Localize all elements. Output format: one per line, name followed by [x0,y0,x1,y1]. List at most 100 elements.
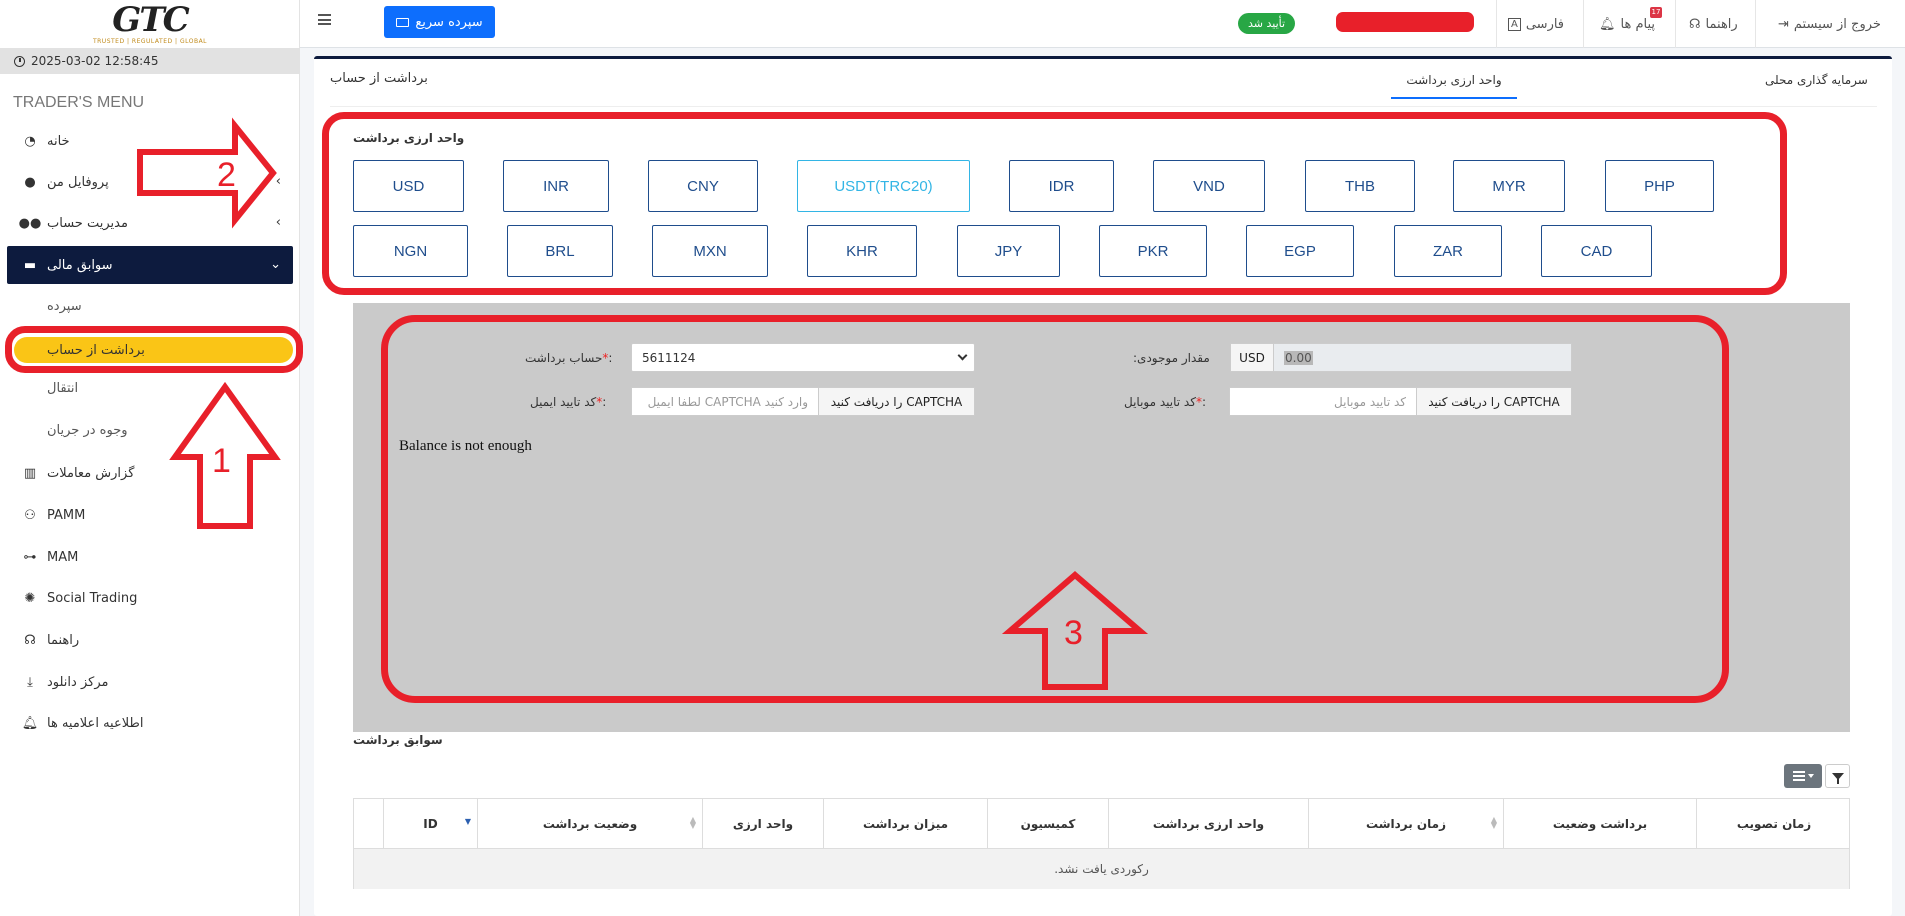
account-select[interactable]: 5611124 [631,343,975,372]
messages-count-badge: 17 [1650,7,1662,18]
column-status[interactable]: برداشت وضعیت [1503,799,1696,849]
language-icon: A [1508,17,1521,31]
column-label: واحد ارزی برداشت [1152,817,1265,831]
currency-thb-button[interactable]: THB [1305,160,1415,212]
top-navbar: سپرده سریع تأیید شد A فارسی 🔔︎ پیام ها 1… [300,0,1905,48]
currency-inr-button[interactable]: INR [503,160,609,212]
balance-value: 0.00 [1284,350,1313,365]
balance-label: :مقدار موجودی [1133,351,1210,365]
mobile-code-label-text: کد تایید موبایل [1124,395,1196,409]
currency-mxn-button[interactable]: MXN [652,225,768,277]
sidebar-item-label: Social Trading [47,590,138,606]
sub-item-transfer[interactable]: انتقال [47,381,78,396]
sidebar-item-pamm[interactable]: ⚇ PAMM [7,496,293,534]
annotation-number-1: 1 [212,442,231,480]
navbar-divider [1496,0,1497,48]
email-code-label-text: کد تایید ایمیل [530,395,597,409]
empty-table-message: .رکوردی یافت نشد [354,849,1849,889]
sidebar-item-download-center[interactable]: ⤓ مرکز دانلود [7,663,293,701]
column-withdraw-amount[interactable]: میزان برداشت [823,799,987,849]
currency-myr-button[interactable]: MYR [1453,160,1565,212]
email-code-label: کد تایید ایمیل*: [530,395,606,409]
sort-desc-icon: ▼ [464,817,471,826]
column-id[interactable]: ID ▼ [383,799,477,849]
currency-usdt-trc20-button[interactable]: USDT(TRC20) [797,160,970,212]
column-approval-time[interactable]: زمان تصویب [1696,799,1851,849]
sort-icon: ▲ ▼ [1490,815,1497,830]
annotation-number-3: 3 [1064,614,1083,652]
currency-ngn-button[interactable]: NGN [353,225,468,277]
email-code-input[interactable]: وارد کنید CAPTCHA لطفا ایمیل [631,387,819,416]
mobile-code-label: کد تایید موبایل*: [1124,395,1206,409]
sub-item-withdraw[interactable]: برداشت از حساب [14,337,293,363]
language-switch[interactable]: A فارسی [1508,14,1564,34]
sidebar-item-trade-report[interactable]: ▥ گزارش معاملات [7,454,293,492]
sidebar-item-financial-history[interactable]: ▬ سوابق مالی ⌄ [7,246,293,284]
label-colon: : [1201,395,1206,409]
logout-label: خروج از سیستم [1793,16,1881,32]
currency-khr-button[interactable]: KHR [807,225,917,277]
bell-icon: 🔔︎ [21,715,39,731]
balance-warning-message: Balance is not enough [399,438,532,454]
sub-item-pending-funds[interactable]: وجوه در جریان [47,423,128,438]
sub-item-deposit[interactable]: سپرده [47,299,82,314]
dashboard-icon: ◔ [24,133,36,149]
column-toggle-button[interactable] [1784,764,1822,788]
headset-icon: ☊ [24,632,36,648]
currency-brl-button[interactable]: BRL [507,225,613,277]
currency-egp-button[interactable]: EGP [1246,225,1354,277]
column-withdraw-status[interactable]: وضعیت برداشت ▲ ▼ [477,799,702,849]
column-withdraw-currency[interactable]: واحد ارزی برداشت [1108,799,1308,849]
mobile-code-input[interactable]: کد تایید موبایل [1229,387,1417,416]
sidebar-item-help[interactable]: ☊ راهنما [7,621,293,659]
get-mobile-captcha-button[interactable]: را دریافت کنید CAPTCHA [1416,387,1572,416]
navbar-divider [1755,0,1756,48]
sidebar-item-social-trading[interactable]: ✺ Social Trading [7,579,293,617]
currency-idr-button[interactable]: IDR [1009,160,1114,212]
column-withdraw-time[interactable]: زمان برداشت ▲ ▼ [1308,799,1503,849]
sidebar-item-account-management[interactable]: ●● مدیریت حساب ‹ [7,204,293,242]
column-currency[interactable]: واحد ارزی [702,799,823,849]
logo-mark: GTC [112,0,189,40]
caret-down-icon [1807,774,1814,778]
account-label-text: حساب برداشت [525,351,603,365]
chart-icon: ▥ [23,465,37,481]
column-label: وضعیت برداشت [542,817,638,831]
column-label: واحد ارزی [732,817,794,831]
column-label: ID [423,817,438,831]
currency-php-button[interactable]: PHP [1605,160,1714,212]
account-label: حساب برداشت*: [525,351,612,365]
currency-cny-button[interactable]: CNY [648,160,758,212]
currency-usd-button[interactable]: USD [353,160,464,212]
sidebar-item-mam[interactable]: ⊶ MAM [7,538,293,576]
sidebar-item-label: اطلاعیه اعلامیه ها [47,715,144,731]
currency-vnd-button[interactable]: VND [1153,160,1265,212]
chevron-down-icon [957,350,968,361]
messages-link[interactable]: 🔔︎ پیام ها [1599,14,1655,34]
tab-withdraw-currency[interactable]: واحد ارزی برداشت [1391,73,1517,99]
label-colon: : [608,351,613,365]
sidebar-item-announcements[interactable]: 🔔︎ اطلاعیه اعلامیه ها [7,704,293,742]
sidebar-item-home[interactable]: ◔ خانه [7,122,293,160]
sidebar-item-label: گزارش معاملات [47,465,135,481]
column-label: زمان برداشت [1365,817,1446,831]
currency-section-label: واحد ارزی برداشت [353,131,465,145]
currency-jpy-button[interactable]: JPY [957,225,1060,277]
server-datetime: 2025-03-02 12:58:45 [0,48,300,74]
column-commission[interactable]: کمیسیون [987,799,1108,849]
tab-local-investment[interactable]: سرمایه گذاری محلی [1765,73,1868,97]
quick-deposit-button[interactable]: سپرده سریع [384,6,495,38]
currency-pkr-button[interactable]: PKR [1099,225,1207,277]
hamburger-menu-icon[interactable] [318,14,331,25]
currency-zar-button[interactable]: ZAR [1394,225,1502,277]
annotation-number-2: 2 [217,156,236,194]
balance-currency-addon: USD [1230,343,1274,372]
get-email-captcha-button[interactable]: را دریافت کنید CAPTCHA [818,387,975,416]
brand-logo[interactable]: GTC TRUSTED | REGULATED | GLOBAL [0,0,300,48]
sidebar-item-label: پروفایل من [47,174,109,190]
sidebar-item-profile[interactable]: ● پروفایل من ‹ [7,163,293,201]
logout-link[interactable]: ⇥ خروج از سیستم [1778,14,1881,34]
help-link[interactable]: ☊ راهنما [1689,14,1738,34]
currency-cad-button[interactable]: CAD [1541,225,1652,277]
filter-button[interactable] [1825,764,1850,788]
